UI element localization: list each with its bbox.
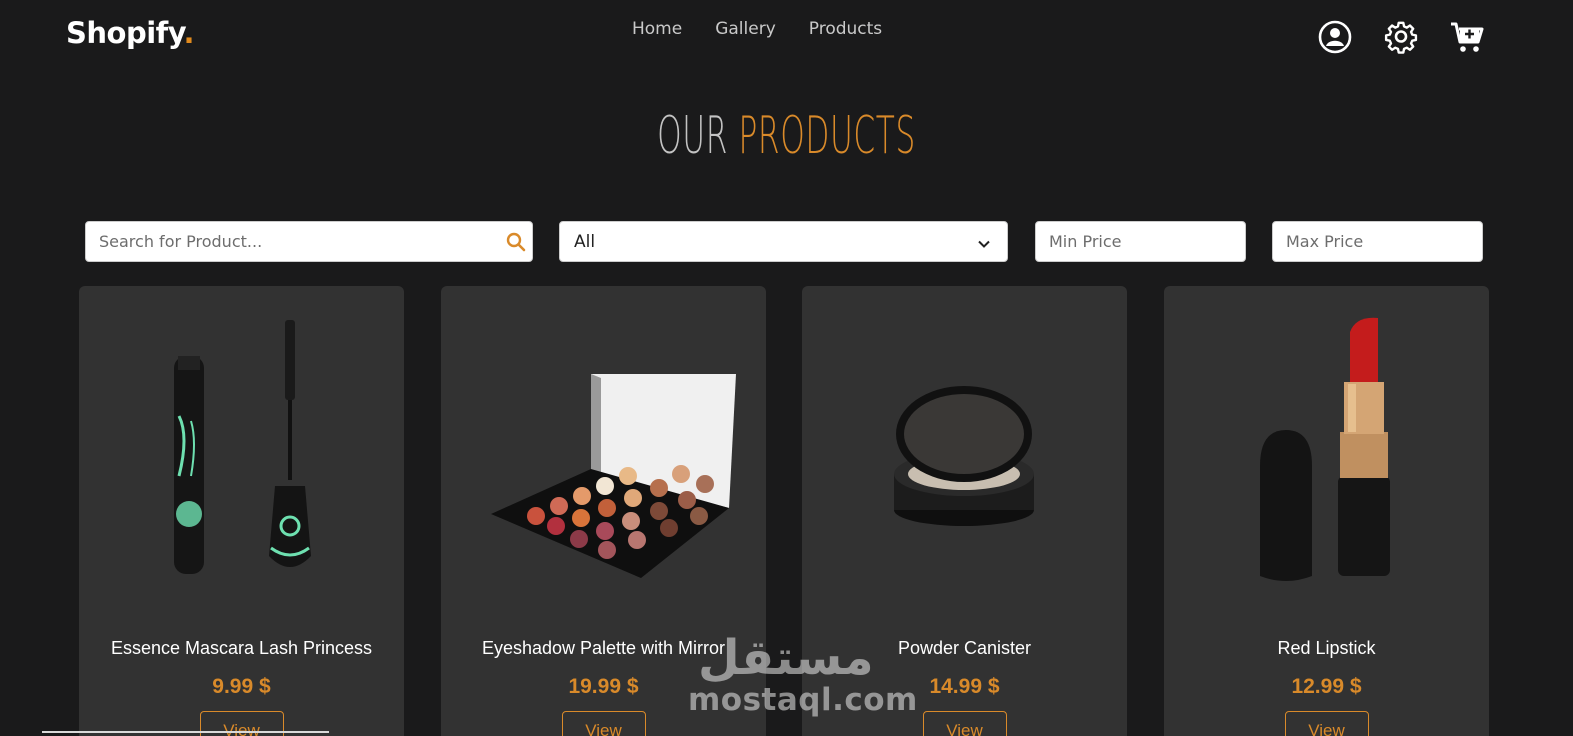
brand-name: Shopify <box>66 16 184 50</box>
min-price-field <box>1035 221 1246 262</box>
max-price-input[interactable] <box>1273 222 1482 261</box>
category-select-value: All <box>574 232 596 252</box>
nav-links: Home Gallery Products <box>632 19 882 39</box>
gear-icon[interactable] <box>1384 20 1418 54</box>
max-price-field <box>1272 221 1483 262</box>
page-title: OUR PRODUCTS <box>315 106 1259 166</box>
scroll-indicator <box>42 731 329 733</box>
product-name: Essence Mascara Lash Princess <box>110 638 373 658</box>
product-price: 9.99 $ <box>212 675 271 698</box>
product-card: Essence Mascara Lash Princess 9.99 $ Vie… <box>79 286 404 736</box>
min-price-input[interactable] <box>1036 222 1245 261</box>
product-image-mascara <box>79 286 404 606</box>
nav-link-home[interactable]: Home <box>632 19 682 39</box>
chevron-down-icon <box>977 236 991 250</box>
brand-logo[interactable]: Shopify. <box>66 16 195 50</box>
watermark-arabic: مستقل <box>698 630 874 686</box>
brand-dot: . <box>183 16 195 50</box>
view-button[interactable]: View <box>1284 711 1369 736</box>
search-field <box>85 221 533 262</box>
product-price: 12.99 $ <box>1291 675 1362 698</box>
nav-link-products[interactable]: Products <box>809 19 882 39</box>
nav-link-gallery[interactable]: Gallery <box>715 19 776 39</box>
product-image-eyeshadow-palette <box>441 286 766 606</box>
page-title-products: PRODUCTS <box>738 106 916 166</box>
view-button[interactable]: View <box>561 711 646 736</box>
product-card: Red Lipstick 12.99 $ View <box>1164 286 1489 736</box>
search-input[interactable] <box>86 222 532 261</box>
cart-plus-icon[interactable] <box>1450 20 1484 54</box>
watermark: مستقل mostaql.com <box>688 630 917 720</box>
user-icon[interactable] <box>1318 20 1352 54</box>
category-select[interactable]: All <box>559 221 1008 262</box>
navbar: Shopify. Home Gallery Products <box>0 0 1573 76</box>
nav-icons <box>1318 20 1484 54</box>
page-title-our: OUR <box>657 106 728 166</box>
search-icon[interactable] <box>506 232 526 252</box>
product-image-red-lipstick <box>1164 286 1489 606</box>
product-image-powder-canister <box>802 286 1127 606</box>
watermark-latin: mostaql.com <box>688 682 918 718</box>
view-button[interactable]: View <box>922 711 1007 736</box>
product-name: Red Lipstick <box>1277 638 1376 658</box>
